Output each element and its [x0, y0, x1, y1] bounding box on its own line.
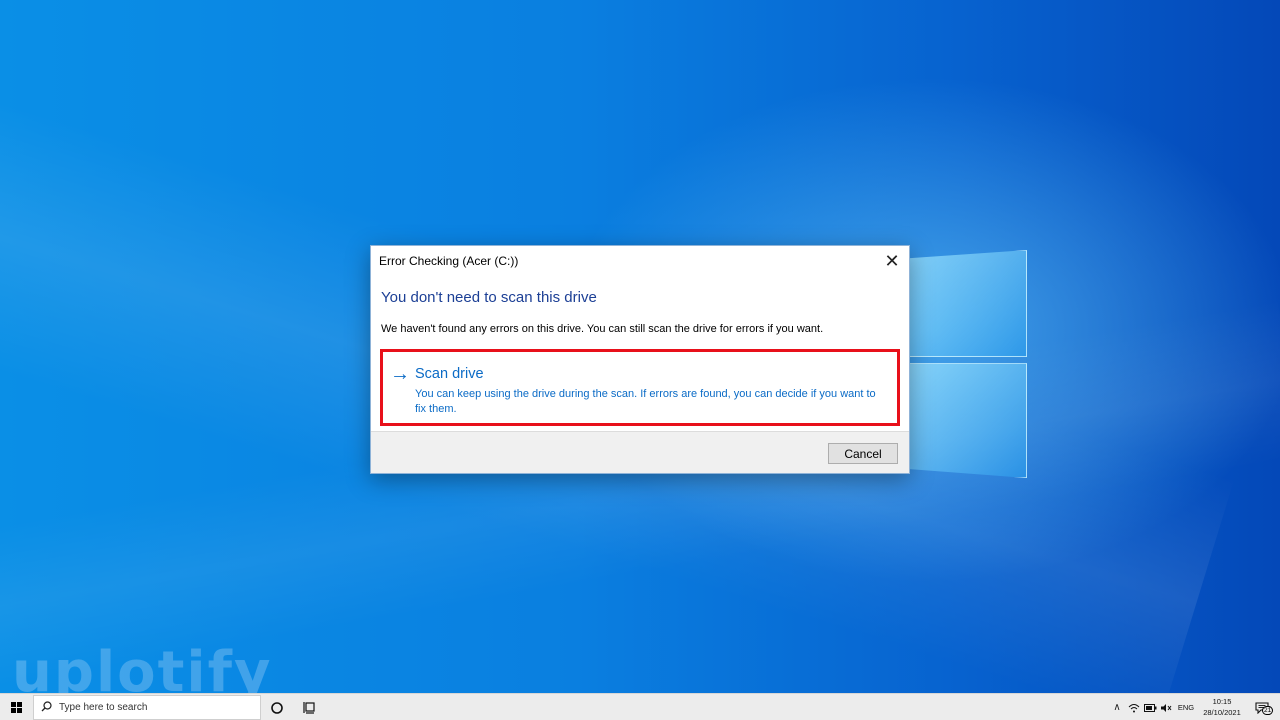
dialog-title: Error Checking (Acer (C:)): [379, 254, 519, 268]
taskbar-search-box[interactable]: Type here to search: [33, 695, 261, 720]
start-button[interactable]: [0, 694, 32, 720]
dialog-heading: You don't need to scan this drive: [381, 289, 597, 306]
scan-drive-title: Scan drive: [415, 366, 484, 382]
windows-logo-pane-top: [905, 250, 1027, 357]
notification-count-badge: 21: [1262, 706, 1274, 715]
dialog-footer: Cancel: [371, 431, 909, 473]
windows-logo-pane-bottom: [905, 363, 1027, 478]
search-icon: [41, 701, 52, 712]
volume-muted-icon[interactable]: [1159, 694, 1173, 720]
chevron-up-icon[interactable]: ∧: [1107, 694, 1127, 720]
language-indicator[interactable]: ENG: [1174, 694, 1198, 720]
taskbar: Type here to search ∧ ENG 10:15 28/10/20…: [0, 693, 1280, 720]
wifi-icon[interactable]: [1127, 694, 1141, 720]
system-clock[interactable]: 10:15 28/10/2021: [1199, 696, 1245, 720]
task-view-icon[interactable]: [294, 694, 324, 720]
battery-icon[interactable]: [1143, 694, 1157, 720]
clock-date: 28/10/2021: [1203, 708, 1241, 717]
clock-time: 10:15: [1212, 697, 1232, 706]
arrow-right-icon: →: [390, 363, 410, 385]
cortana-icon[interactable]: [262, 694, 292, 720]
action-center-icon[interactable]: 21: [1249, 694, 1275, 720]
cancel-button[interactable]: Cancel: [828, 443, 898, 464]
windows-logo-icon: [10, 702, 22, 713]
close-icon[interactable]: ✕: [881, 250, 903, 272]
error-checking-dialog: Error Checking (Acer (C:)) ✕ You don't n…: [370, 245, 910, 474]
scan-drive-description: You can keep using the drive during the …: [415, 388, 876, 415]
search-placeholder: Type here to search: [59, 702, 148, 713]
dialog-description: We haven't found any errors on this driv…: [381, 323, 824, 335]
scan-drive-option[interactable]: → Scan drive You can keep using the driv…: [380, 349, 900, 426]
watermark-logo: uplotify: [12, 640, 273, 693]
